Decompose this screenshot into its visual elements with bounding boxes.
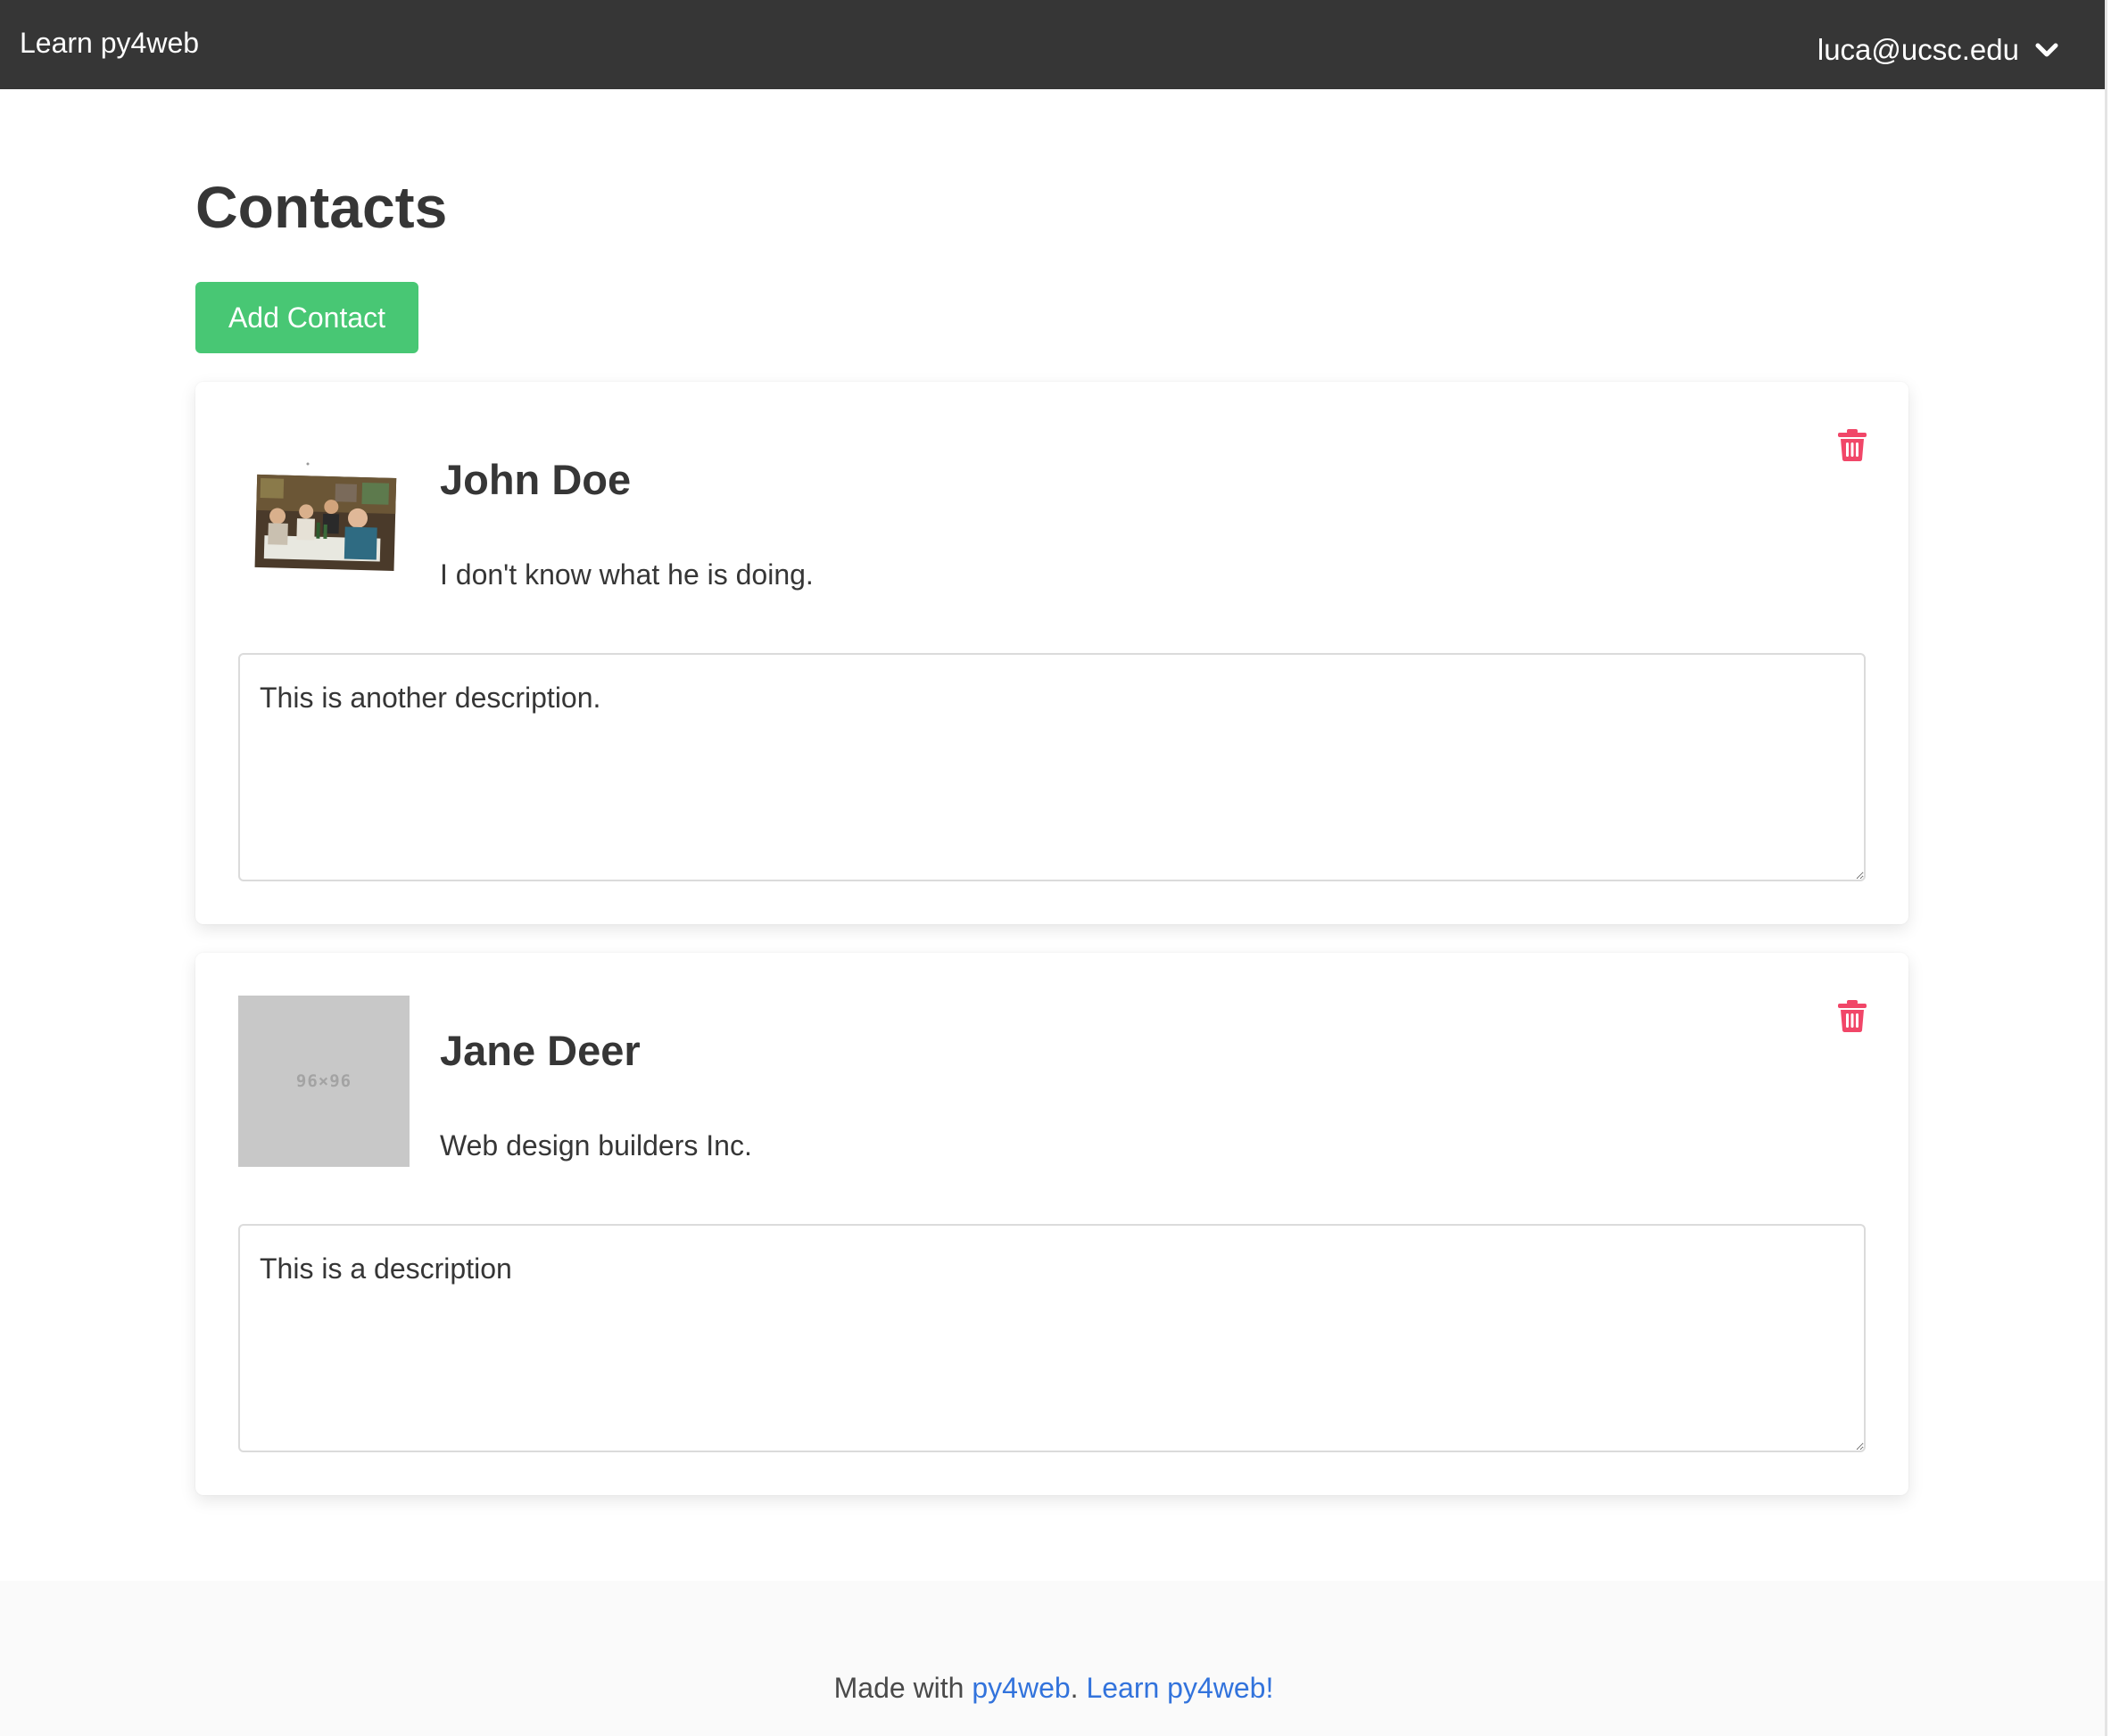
trash-icon[interactable] (1837, 428, 1867, 462)
contact-card: John Doe I don't know what he is doing. … (195, 382, 1908, 924)
chevron-down-icon (2035, 42, 2058, 58)
contact-affiliation: Web design builders Inc. (440, 1129, 752, 1161)
footer-link-py4web[interactable]: py4web (972, 1672, 1070, 1704)
contact-affiliation: I don't know what he is doing. (440, 558, 814, 591)
page-footer: Made with py4web. Learn py4web! (0, 1581, 2105, 1736)
footer-prefix: Made with (833, 1672, 973, 1704)
contact-avatar-photo (238, 425, 410, 596)
footer-separator: . (1070, 1672, 1087, 1704)
page-frame: Learn py4web luca@ucsc.edu Contacts Add … (0, 0, 2107, 1736)
user-email: luca@ucsc.edu (1817, 33, 2019, 66)
contact-description-textarea[interactable]: This is another description. (238, 653, 1866, 881)
footer-link-learn-py4web[interactable]: Learn py4web! (1086, 1672, 1273, 1704)
top-navbar: Learn py4web luca@ucsc.edu (0, 0, 2105, 89)
contact-name: Jane Deer (440, 1027, 641, 1074)
footer-text: Made with py4web. Learn py4web! (0, 1668, 2105, 1707)
trash-icon[interactable] (1837, 999, 1867, 1033)
contact-avatar-placeholder: 96×96 (238, 996, 410, 1167)
add-contact-button[interactable]: Add Contact (195, 282, 418, 353)
contact-description-textarea[interactable]: This is a description (238, 1224, 1866, 1452)
avatar-placeholder-text: 96×96 (295, 1071, 352, 1091)
user-menu-dropdown[interactable]: luca@ucsc.edu (1817, 30, 2058, 70)
page-title: Contacts (195, 174, 448, 240)
contact-name: John Doe (440, 456, 632, 503)
contact-card: 96×96 Jane Deer Web design builders Inc.… (195, 953, 1908, 1495)
brand-link[interactable]: Learn py4web (20, 25, 199, 61)
